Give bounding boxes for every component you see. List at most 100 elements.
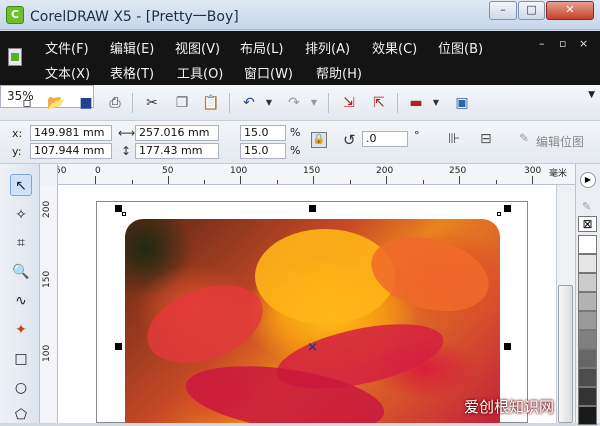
width-icon: ⟷ <box>118 126 136 140</box>
copy-icon[interactable]: ❐ <box>173 94 191 112</box>
color-swatch[interactable] <box>578 292 597 311</box>
node-handle[interactable] <box>122 212 126 216</box>
save-icon[interactable]: ■ <box>77 94 95 112</box>
color-swatch[interactable] <box>578 387 597 406</box>
ruler-label: 200 <box>376 166 394 176</box>
scale-height-field[interactable]: 15.0 <box>240 143 286 159</box>
smart-fill-tool-icon[interactable]: ✦ <box>10 319 32 341</box>
rotate-icon: ↺ <box>343 131 356 149</box>
menu-bitmaps[interactable]: 位图(B) <box>438 38 483 57</box>
paste-icon[interactable]: 📋 <box>202 94 220 112</box>
menu-help[interactable]: 帮助(H) <box>316 63 362 82</box>
application-launcher-icon[interactable]: ▬ <box>407 94 425 112</box>
menu-layout[interactable]: 布局(L) <box>240 38 283 57</box>
degree-label: ° <box>414 129 420 142</box>
edit-bitmap-button[interactable]: 编辑位图 <box>536 133 584 150</box>
node-handle[interactable] <box>497 212 501 216</box>
property-bar: x: 149.981 mm y: 107.944 mm ⟷ 257.016 mm… <box>0 121 600 164</box>
freehand-tool-icon[interactable]: ∿ <box>10 290 32 312</box>
y-position-field[interactable]: 107.944 mm <box>30 143 112 159</box>
color-swatch[interactable] <box>578 349 597 368</box>
ruler-origin-corner[interactable] <box>40 164 58 185</box>
x-position-field[interactable]: 149.981 mm <box>30 125 112 141</box>
rotation-center-icon[interactable]: × <box>307 340 318 355</box>
doc-close-button[interactable]: × <box>579 37 588 50</box>
color-swatch[interactable] <box>578 254 597 273</box>
crop-tool-icon[interactable]: ⌗ <box>10 232 32 254</box>
ruler-label: 150 <box>42 270 52 288</box>
redo-icon[interactable]: ↷ <box>285 94 303 112</box>
menu-window[interactable]: 窗口(W) <box>244 63 293 82</box>
shape-tool-icon[interactable]: ✧ <box>10 204 32 226</box>
rectangle-tool-icon[interactable]: □ <box>10 348 32 370</box>
zoom-tool-icon[interactable]: 🔍 <box>10 261 32 283</box>
launcher-dropdown-icon[interactable]: ▼ <box>427 94 445 112</box>
close-button[interactable]: ✕ <box>546 1 594 20</box>
menu-edit[interactable]: 编辑(E) <box>110 38 154 57</box>
chevron-down-icon: ▼ <box>588 90 595 100</box>
selection-handle[interactable] <box>309 205 316 212</box>
menu-file[interactable]: 文件(F) <box>45 38 89 57</box>
maximize-button[interactable]: □ <box>518 1 545 20</box>
doc-minimize-button[interactable]: – <box>539 37 545 50</box>
pick-tool-icon[interactable]: ↖ <box>10 174 32 196</box>
ruler-label: 50 <box>162 166 174 176</box>
undo-dropdown-icon[interactable]: ▼ <box>260 94 278 112</box>
horizontal-ruler[interactable]: 50 0 50 100 150 200 250 300 毫米 <box>40 164 575 185</box>
menu-text[interactable]: 文本(X) <box>45 63 90 82</box>
percent-label: % <box>290 144 301 157</box>
doc-restore-button[interactable]: ▫ <box>559 37 566 50</box>
menu-tools[interactable]: 工具(O) <box>177 63 223 82</box>
document-icon <box>8 48 22 66</box>
rose-bitmap-image[interactable] <box>125 219 500 423</box>
undo-icon[interactable]: ↶ <box>240 94 258 112</box>
export-icon[interactable]: ⇱ <box>370 94 388 112</box>
y-label: y: <box>12 145 22 158</box>
vertical-ruler[interactable]: 200 150 100 <box>40 185 58 423</box>
mirror-horizontal-icon[interactable]: ⊪ <box>448 131 460 147</box>
percent-label: % <box>290 126 301 139</box>
mirror-vertical-icon[interactable]: ⊟ <box>480 131 492 147</box>
coreldraw-app-icon[interactable]: C <box>6 6 24 24</box>
selection-handle[interactable] <box>115 343 122 350</box>
new-document-icon[interactable]: ▫ <box>18 94 36 112</box>
color-swatch[interactable] <box>578 330 597 349</box>
import-icon[interactable]: ⇲ <box>340 94 358 112</box>
print-icon[interactable]: ⎙ <box>106 94 124 112</box>
eyedropper-icon[interactable]: ✎ <box>582 200 591 213</box>
rotation-field[interactable]: .0 <box>362 131 408 147</box>
selection-handle[interactable] <box>504 343 511 350</box>
ruler-label: 100 <box>42 344 52 362</box>
lock-ratio-icon[interactable]: 🔒 <box>311 132 327 148</box>
cut-icon[interactable]: ✂ <box>143 94 161 112</box>
height-icon: ↕ <box>121 144 132 158</box>
menu-table[interactable]: 表格(T) <box>110 63 154 82</box>
ruler-label: 300 <box>524 166 542 176</box>
selection-handle[interactable] <box>504 205 511 212</box>
minimize-button[interactable]: – <box>489 1 517 20</box>
ruler-label: 250 <box>449 166 467 176</box>
height-field[interactable]: 177.43 mm <box>135 143 219 159</box>
selection-handle[interactable] <box>115 205 122 212</box>
menu-effects[interactable]: 效果(C) <box>372 38 417 57</box>
ruler-label: 100 <box>230 166 248 176</box>
scale-width-field[interactable]: 15.0 <box>240 125 286 141</box>
color-swatch[interactable] <box>578 273 597 292</box>
menu-view[interactable]: 视图(V) <box>175 38 220 57</box>
color-swatch[interactable] <box>578 311 597 330</box>
toolbox: ↖ ✧ ⌗ 🔍 ∿ ✦ □ ○ ⬠ <box>0 164 40 423</box>
ellipse-tool-icon[interactable]: ○ <box>10 377 32 399</box>
color-swatch[interactable] <box>578 368 597 387</box>
welcome-screen-icon[interactable]: ▣ <box>453 94 471 112</box>
redo-dropdown-icon[interactable]: ▼ <box>305 94 323 112</box>
color-swatch[interactable] <box>578 235 597 254</box>
width-field[interactable]: 257.016 mm <box>135 125 219 141</box>
standard-toolbar: ▫ 📂 ■ ⎙ ✂ ❐ 📋 ↶ ▼ ↷ ▼ ⇲ ⇱ ▬ ▼ ▣ 35% ▼ <box>0 85 600 121</box>
window-title: CorelDRAW X5 - [Pretty一Boy] <box>30 9 239 25</box>
open-icon[interactable]: 📂 <box>47 94 65 112</box>
palette-scroll-up-icon[interactable]: ▶ <box>580 172 596 188</box>
menu-arrange[interactable]: 排列(A) <box>305 38 350 57</box>
scrollbar-thumb[interactable] <box>558 285 573 423</box>
no-fill-swatch[interactable]: ⊠ <box>578 216 597 232</box>
color-swatch[interactable] <box>578 406 597 425</box>
